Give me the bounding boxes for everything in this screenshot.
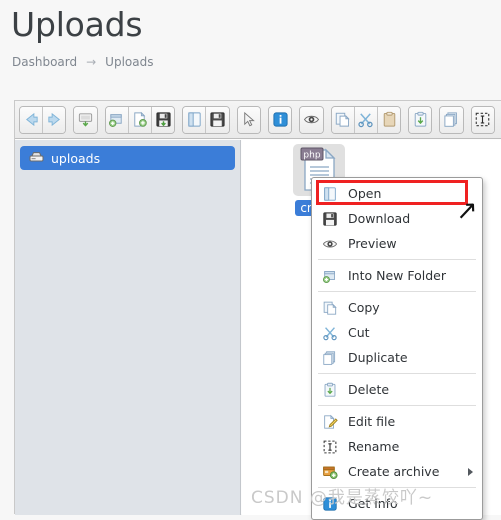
delete-icon: [321, 381, 339, 399]
page-title: Uploads: [11, 5, 143, 44]
forward-button[interactable]: [43, 106, 66, 133]
open-book-icon: [321, 185, 339, 203]
select-button[interactable]: [237, 106, 260, 133]
back-button[interactable]: [20, 106, 44, 133]
folder-add-icon: [108, 111, 125, 128]
copy-button[interactable]: [331, 106, 355, 133]
menu-item-cut[interactable]: Cut: [312, 320, 482, 345]
tree-item-uploads[interactable]: uploads: [20, 146, 235, 170]
server-download-icon: [77, 111, 94, 128]
menu-item-delete[interactable]: Delete: [312, 377, 482, 402]
menu-item-label: Duplicate: [348, 350, 408, 365]
duplicate-button[interactable]: [440, 106, 463, 133]
duplicate-icon: [321, 349, 339, 367]
delete-icon: [412, 111, 429, 128]
menu-separator: [318, 405, 476, 406]
rename-button[interactable]: [471, 106, 495, 133]
edit-file-icon: [321, 413, 339, 431]
breadcrumb: Dashboard → Uploads: [12, 55, 153, 69]
toolbar: [15, 101, 501, 139]
folder-tree-pane[interactable]: uploads: [15, 140, 241, 515]
menu-item-edit-file[interactable]: Edit file: [312, 409, 482, 434]
menu-item-label: Cut: [348, 325, 370, 340]
breadcrumb-item-uploads[interactable]: Uploads: [105, 55, 153, 69]
paste-button[interactable]: [377, 106, 401, 133]
arrow-right-icon: [46, 111, 63, 128]
submenu-chevron-right-icon: [468, 467, 473, 476]
toolbar-group-7: [330, 105, 402, 134]
folder-add-icon: [321, 267, 339, 285]
annotation-arrow-icon: ↗: [455, 195, 479, 227]
menu-item-label: Copy: [348, 300, 380, 315]
breadcrumb-item-dashboard[interactable]: Dashboard: [12, 55, 77, 69]
delete-button[interactable]: [409, 106, 432, 133]
menu-item-create-archive[interactable]: Create archive: [312, 459, 482, 484]
menu-item-copy[interactable]: Copy: [312, 295, 482, 320]
open-button[interactable]: [183, 106, 207, 133]
info-icon: [272, 111, 289, 128]
menu-item-label: Open: [348, 186, 382, 201]
menu-item-label: Download: [348, 211, 411, 226]
toolbar-group-1: [73, 105, 98, 134]
toolbar-group-4: [236, 105, 261, 134]
menu-item-label: Into New Folder: [348, 268, 446, 283]
toolbar-group-2: [104, 105, 176, 134]
copy-icon: [334, 111, 351, 128]
tree-item-label: uploads: [51, 150, 101, 166]
menu-separator: [318, 259, 476, 260]
menu-item-label: Rename: [348, 439, 400, 454]
menu-item-label: Edit file: [348, 414, 396, 429]
watermark-text: CSDN @我是蒸饺吖~: [251, 488, 434, 508]
menu-item-rename[interactable]: Rename: [312, 434, 482, 459]
cursor-arrow-icon: [240, 111, 257, 128]
toolbar-group-9: [439, 105, 464, 134]
menu-item-into-new-folder[interactable]: Into New Folder: [312, 263, 482, 288]
menu-item-preview[interactable]: Preview: [312, 231, 482, 256]
menu-item-label: Create archive: [348, 464, 440, 479]
menu-separator: [318, 291, 476, 292]
menu-separator: [318, 373, 476, 374]
breadcrumb-separator-icon: →: [86, 55, 97, 69]
copy-icon: [321, 299, 339, 317]
toolbar-group-5: [267, 105, 293, 134]
floppy-disk-icon: [321, 210, 339, 228]
toolbar-group-6: [299, 105, 324, 134]
context-menu[interactable]: Open Download Preview Into New Folder Copy Cu…: [311, 177, 483, 520]
toolbar-group-0: [19, 105, 67, 134]
menu-item-label: Preview: [348, 236, 397, 251]
arrow-left-icon: [23, 111, 40, 128]
floppy-save-icon: [155, 111, 172, 128]
floppy-disk-icon: [209, 111, 226, 128]
archive-icon: [321, 463, 339, 481]
rename-icon: [321, 438, 339, 456]
preview-button[interactable]: [300, 106, 323, 133]
scissors-icon: [321, 324, 339, 342]
scissors-icon: [357, 111, 374, 128]
new-folder-button[interactable]: [105, 106, 129, 133]
toolbar-group-8: [408, 105, 433, 134]
open-book-icon: [186, 111, 203, 128]
eye-icon: [321, 235, 339, 253]
menu-item-duplicate[interactable]: Duplicate: [312, 345, 482, 370]
duplicate-icon: [443, 111, 460, 128]
new-file-button[interactable]: [128, 106, 153, 133]
connect-server-button[interactable]: [74, 106, 97, 133]
eye-icon: [303, 111, 320, 128]
clipboard-icon: [381, 111, 398, 128]
toolbar-group-10: [470, 105, 496, 134]
get-info-button[interactable]: [268, 106, 292, 133]
drive-icon: [29, 151, 44, 166]
toolbar-group-3: [182, 105, 230, 134]
save-button[interactable]: [152, 106, 175, 133]
cut-button[interactable]: [354, 106, 378, 133]
rename-icon: [474, 111, 491, 128]
download-button[interactable]: [206, 106, 229, 133]
menu-item-label: Delete: [348, 382, 390, 397]
file-add-icon: [131, 111, 148, 128]
svg-text:php: php: [303, 151, 320, 161]
